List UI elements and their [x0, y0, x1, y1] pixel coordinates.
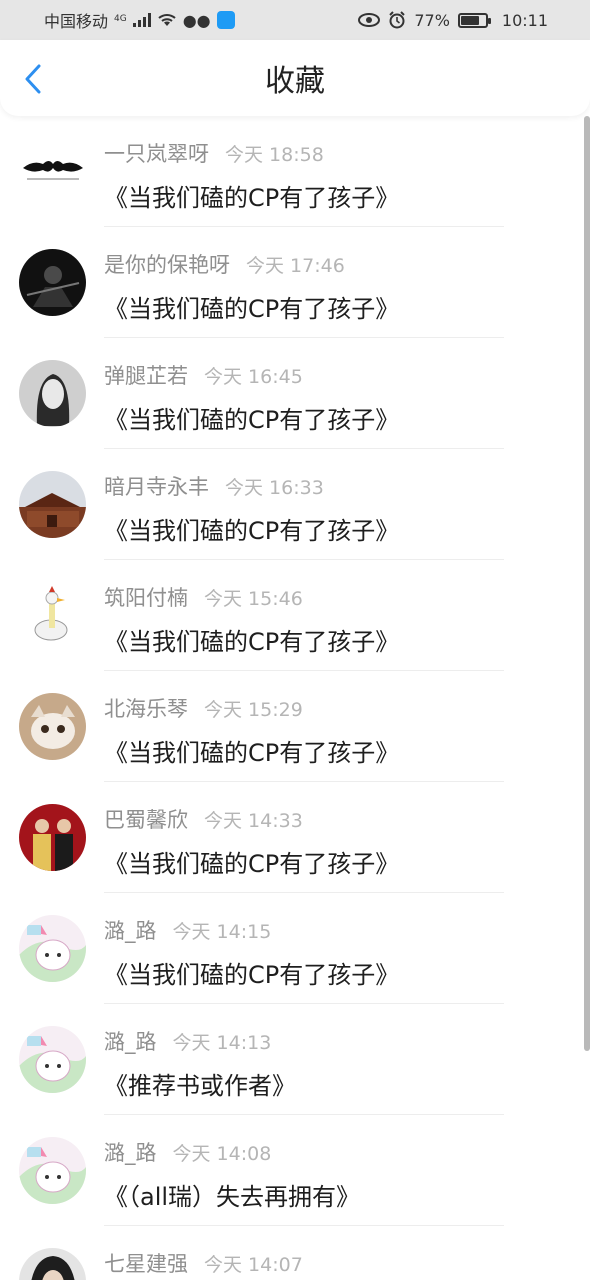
username: 弹腿芷若: [104, 364, 188, 388]
username: 潞_路: [104, 919, 157, 943]
book-title[interactable]: 《当我们磕的CP有了孩子》: [104, 622, 570, 657]
item-meta: 是你的保艳呀 今天 17:46 《当我们磕的CP有了孩子》: [104, 249, 570, 324]
item-meta: 潞_路 今天 14:13 《推荐书或作者》: [104, 1026, 570, 1101]
avatar[interactable]: [19, 804, 86, 871]
wifi-icon: [158, 14, 176, 26]
timestamp: 今天 14:07: [204, 1254, 303, 1276]
scrollbar[interactable]: [584, 116, 590, 1051]
avatar[interactable]: [19, 360, 86, 427]
item-header: 潞_路 今天 14:15: [104, 915, 570, 945]
avatar[interactable]: [19, 1137, 86, 1204]
item-header: 筑阳付楠 今天 15:46: [104, 582, 570, 612]
item-meta: 巴蜀馨欣 今天 14:33 《当我们磕的CP有了孩子》: [104, 804, 570, 879]
favorites-list: 一只岚翠呀 今天 18:58 《当我们磕的CP有了孩子》 是你的保艳呀 今天 17:46…: [0, 116, 590, 1280]
favorite-item[interactable]: 暗月寺永丰 今天 16:33 《当我们磕的CP有了孩子》: [0, 449, 590, 560]
book-title[interactable]: 《当我们磕的CP有了孩子》: [104, 400, 570, 435]
username: 暗月寺永丰: [104, 475, 209, 499]
username: 一只岚翠呀: [104, 142, 209, 166]
battery-level: [460, 15, 479, 25]
book-title[interactable]: 《当我们磕的CP有了孩子》: [104, 511, 570, 546]
favorite-item[interactable]: 筑阳付楠 今天 15:46 《当我们磕的CP有了孩子》: [0, 560, 590, 671]
timestamp: 今天 14:33: [204, 810, 303, 832]
username: 筑阳付楠: [104, 586, 188, 610]
favorite-item[interactable]: 弹腿芷若 今天 16:45 《当我们磕的CP有了孩子》: [0, 338, 590, 449]
favorite-item[interactable]: 潞_路 今天 14:15 《当我们磕的CP有了孩子》: [0, 893, 590, 1004]
avatar[interactable]: [19, 138, 86, 205]
username: 北海乐琴: [104, 697, 188, 721]
page-title: 收藏: [265, 64, 325, 99]
timestamp: 今天 14:13: [172, 1032, 272, 1054]
item-header: 巴蜀馨欣 今天 14:33: [104, 804, 570, 834]
favorite-item[interactable]: 巴蜀馨欣 今天 14:33 《当我们磕的CP有了孩子》: [0, 782, 590, 893]
item-header: 一只岚翠呀 今天 18:58: [104, 138, 570, 168]
book-title[interactable]: 《（all瑞）失去再拥有》: [104, 1177, 570, 1212]
favorite-item[interactable]: 潞_路 今天 14:13 《推荐书或作者》: [0, 1004, 590, 1115]
item-header: 潞_路 今天 14:13: [104, 1026, 570, 1056]
avatar[interactable]: [19, 249, 86, 316]
item-meta: 筑阳付楠 今天 15:46 《当我们磕的CP有了孩子》: [104, 582, 570, 657]
clock: 10:11: [501, 10, 548, 30]
timestamp: 今天 14:15: [172, 921, 272, 943]
avatar[interactable]: [19, 582, 86, 649]
avatar[interactable]: [19, 693, 86, 760]
avatar[interactable]: [19, 1248, 86, 1280]
nav-header: 收藏: [0, 40, 590, 116]
username: 是你的保艳呀: [104, 253, 230, 277]
item-header: 北海乐琴 今天 15:29: [104, 693, 570, 723]
timestamp: 今天 15:29: [204, 699, 303, 721]
timestamp: 今天 17:46: [246, 255, 345, 277]
wechat-icon: ●●: [182, 10, 211, 30]
status-bar: 中国移动 4G ●● 77% 10:11: [0, 0, 590, 40]
username: 七星建强: [104, 1252, 188, 1276]
battery-percent: 77%: [414, 10, 450, 30]
timestamp: 今天 15:46: [204, 588, 303, 610]
avatar[interactable]: [19, 1026, 86, 1093]
timestamp: 今天 16:45: [204, 366, 303, 388]
network-type: 4G: [114, 14, 127, 24]
book-title[interactable]: 《当我们磕的CP有了孩子》: [104, 289, 570, 324]
carrier-label: 中国移动: [44, 12, 109, 31]
item-header: 潞_路 今天 14:08: [104, 1137, 570, 1167]
signal-icon: [132, 13, 151, 27]
timestamp: 今天 16:33: [225, 477, 324, 499]
back-button[interactable]: [18, 62, 48, 96]
book-title[interactable]: 《当我们磕的CP有了孩子》: [104, 733, 570, 768]
chevron-left-icon: [25, 64, 41, 94]
item-header: 暗月寺永丰 今天 16:33: [104, 471, 570, 501]
item-meta: 暗月寺永丰 今天 16:33 《当我们磕的CP有了孩子》: [104, 471, 570, 546]
item-meta: 一只岚翠呀 今天 18:58 《当我们磕的CP有了孩子》: [104, 138, 570, 213]
book-title[interactable]: 《当我们磕的CP有了孩子》: [104, 178, 570, 213]
item-meta: 弹腿芷若 今天 16:45 《当我们磕的CP有了孩子》: [104, 360, 570, 435]
eye-icon: [358, 13, 381, 27]
favorite-item[interactable]: 北海乐琴 今天 15:29 《当我们磕的CP有了孩子》: [0, 671, 590, 782]
item-meta: 潞_路 今天 14:15 《当我们磕的CP有了孩子》: [104, 915, 570, 990]
username: 潞_路: [104, 1030, 157, 1054]
timestamp: 今天 18:58: [225, 144, 324, 166]
avatar[interactable]: [19, 915, 86, 982]
book-title[interactable]: 《推荐书或作者》: [104, 1066, 570, 1101]
timestamp: 今天 14:08: [172, 1143, 272, 1165]
item-meta: 北海乐琴 今天 15:29 《当我们磕的CP有了孩子》: [104, 693, 570, 768]
favorite-item[interactable]: 七星建强 今天 14:07: [0, 1226, 590, 1280]
book-title[interactable]: 《当我们磕的CP有了孩子》: [104, 955, 570, 990]
alarm-icon: [389, 11, 406, 29]
avatar[interactable]: [19, 471, 86, 538]
book-title[interactable]: 《当我们磕的CP有了孩子》: [104, 844, 570, 879]
username: 巴蜀馨欣: [104, 808, 188, 832]
battery-icon: [457, 12, 491, 28]
favorite-item[interactable]: 是你的保艳呀 今天 17:46 《当我们磕的CP有了孩子》: [0, 227, 590, 338]
item-meta: 七星建强 今天 14:07: [104, 1248, 570, 1280]
app-notification-icon: [216, 11, 235, 29]
item-meta: 潞_路 今天 14:08 《（all瑞）失去再拥有》: [104, 1137, 570, 1212]
favorite-item[interactable]: 潞_路 今天 14:08 《（all瑞）失去再拥有》: [0, 1115, 590, 1226]
item-header: 弹腿芷若 今天 16:45: [104, 360, 570, 390]
item-header: 七星建强 今天 14:07: [104, 1248, 570, 1278]
favorite-item[interactable]: 一只岚翠呀 今天 18:58 《当我们磕的CP有了孩子》: [0, 116, 590, 227]
username: 潞_路: [104, 1141, 157, 1165]
item-header: 是你的保艳呀 今天 17:46: [104, 249, 570, 279]
